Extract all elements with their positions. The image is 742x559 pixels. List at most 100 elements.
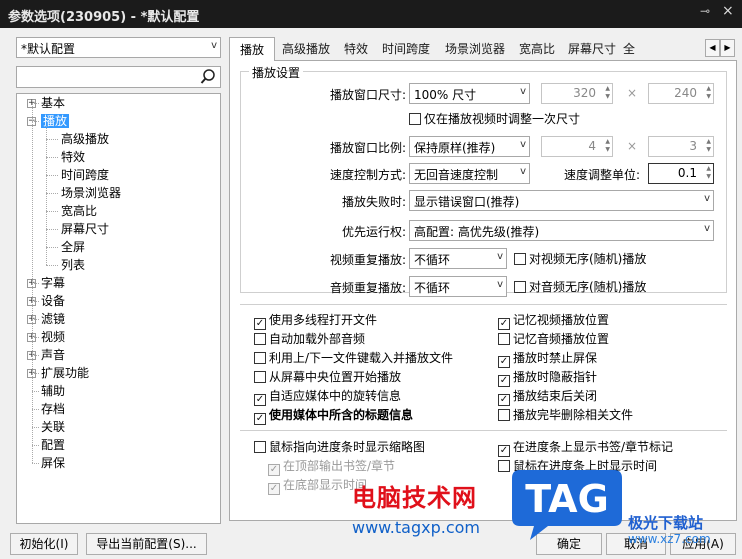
search-icon[interactable] (200, 68, 216, 86)
tree-item-9[interactable]: 存档 (41, 400, 65, 418)
video-repeat-label: 视频重复播放: (329, 253, 406, 267)
tree-item-6[interactable]: + 声音 (27, 346, 65, 364)
watermark-url-text: www.tagxp.com (352, 518, 480, 537)
checkbox-box (409, 113, 421, 125)
tree-item-label: 视频 (41, 330, 66, 344)
option-left-checkbox-5[interactable]: ✓ 使用媒体中所含的标题信息 (254, 408, 413, 425)
speed-mode-select[interactable]: 无回音速度控制 v (409, 163, 530, 184)
chevron-down-icon: v (704, 193, 710, 204)
seekbar-left-checkbox-0[interactable]: 鼠标指向进度条时显示缩略图 (254, 440, 425, 454)
ratio-h-spinner[interactable]: 3 ▲ ▼ (648, 136, 714, 157)
option-right-label: 记忆视频播放位置 (513, 313, 610, 327)
option-right-label: 播放完毕删除相关文件 (513, 408, 634, 422)
option-right-checkbox-3[interactable]: ✓ 播放时隐蔽指针 (498, 370, 597, 387)
adjust-once-checkbox[interactable]: 仅在播放视频时调整一次尺寸 (409, 112, 580, 126)
tree-item-label: 设备 (41, 294, 66, 308)
play-fail-select[interactable]: 显示错误窗口(推荐) v (409, 190, 714, 211)
tree-connector (32, 355, 39, 356)
tree-child-item-2[interactable]: 时间跨度 (61, 166, 109, 184)
tree-item-11[interactable]: 配置 (41, 436, 65, 454)
tree-child-item-5[interactable]: 屏幕尺寸 (61, 220, 109, 238)
tree-item-5[interactable]: + 视频 (27, 328, 66, 346)
speed-unit-spinner[interactable]: 0.1 ▲ ▼ (648, 163, 714, 184)
profile-select[interactable]: *默认配置 v (16, 37, 221, 58)
checkbox-box (254, 333, 266, 345)
tree-child-label: 屏幕尺寸 (61, 222, 110, 236)
tree-connector (46, 193, 58, 194)
tab-strip: 播放 高级播放 特效 时间跨度 场景浏览器 宽高比 屏幕尺寸全 ◀ ▶ (229, 37, 737, 62)
audio-repeat-select[interactable]: 不循环 v (409, 276, 507, 297)
tree-item-4[interactable]: + 滤镜 (27, 310, 66, 328)
window-ratio-value: 保持原样(推荐) (414, 141, 496, 155)
ratio-w-spinner[interactable]: 4 ▲ ▼ (541, 136, 613, 157)
seekbar-right-checkbox-0[interactable]: ✓ 在进度条上显示书签/章节标记 (498, 440, 673, 457)
option-left-checkbox-2[interactable]: 利用上/下一文件键载入并播放文件 (254, 351, 453, 365)
checkmark-icon: ✓ (498, 445, 510, 457)
video-shuffle-checkbox[interactable]: 对视频无序(随机)播放 (514, 252, 646, 266)
tree-item-label: 基本 (41, 96, 66, 110)
tree-child-item-4[interactable]: 宽高比 (61, 202, 97, 220)
settings-tree[interactable]: + 基本 − 播放 高级播放 特效 时间跨度 场景浏览器 宽高比 屏幕尺寸 全屏 列表 + 字幕 + 设备 + 滤… (16, 93, 221, 524)
tab-scroll-left-icon[interactable]: ◀ (705, 39, 720, 57)
export-config-button[interactable]: 导出当前配置(S)... (86, 533, 207, 555)
window-size-select[interactable]: 100% 尺寸 v (409, 83, 530, 104)
tab-2[interactable]: 特效 (337, 39, 375, 61)
option-left-checkbox-3[interactable]: 从屏幕中央位置开始播放 (254, 370, 401, 384)
init-button[interactable]: 初始化(I) (10, 533, 78, 555)
tree-child-item-0[interactable]: 高级播放 (61, 130, 109, 148)
audio-shuffle-checkbox[interactable]: 对音频无序(随机)播放 (514, 280, 646, 294)
window-size-value: 100% 尺寸 (414, 88, 477, 102)
speed-mode-value: 无回音速度控制 (414, 168, 499, 182)
option-left-checkbox-4[interactable]: ✓ 自适应媒体中的旋转信息 (254, 389, 401, 406)
option-right-checkbox-0[interactable]: ✓ 记忆视频播放位置 (498, 313, 609, 330)
option-right-label: 播放结束后关闭 (513, 389, 598, 403)
option-left-checkbox-0[interactable]: ✓ 使用多线程打开文件 (254, 313, 377, 330)
window-ratio-select[interactable]: 保持原样(推荐) v (409, 136, 530, 157)
ratio-h-value: 3 (689, 139, 697, 153)
option-right-checkbox-2[interactable]: ✓ 播放时禁止屏保 (498, 351, 597, 368)
tree-item-0[interactable]: + 基本 (27, 94, 66, 112)
window-height-spinner[interactable]: 240 ▲ ▼ (648, 83, 714, 104)
priority-select[interactable]: 高配置: 高优先级(推荐) v (409, 220, 714, 241)
tree-child-item-1[interactable]: 特效 (61, 148, 85, 166)
tab-7[interactable]: 全 (623, 39, 639, 61)
checkmark-icon: ✓ (498, 318, 510, 330)
chevron-down-icon: v (211, 40, 217, 51)
times-icon: × (627, 139, 638, 153)
option-right-checkbox-4[interactable]: ✓ 播放结束后关闭 (498, 389, 597, 406)
tree-item-12[interactable]: 屏保 (41, 454, 65, 472)
tab-5[interactable]: 宽高比 (513, 39, 561, 61)
tab-0[interactable]: 播放 (229, 37, 275, 62)
profile-select-value: *默认配置 (21, 42, 76, 56)
video-repeat-select[interactable]: 不循环 v (409, 248, 507, 269)
option-left-checkbox-1[interactable]: 自动加载外部音频 (254, 332, 365, 346)
search-input[interactable] (16, 66, 221, 88)
tree-connector (32, 427, 39, 428)
tree-item-10[interactable]: 关联 (41, 418, 65, 436)
tree-item-8[interactable]: 辅助 (41, 382, 65, 400)
tab-4[interactable]: 场景浏览器 (437, 39, 513, 61)
tree-item-2[interactable]: + 字幕 (27, 274, 65, 292)
option-right-checkbox-5[interactable]: 播放完毕删除相关文件 (498, 408, 633, 422)
tree-item-7[interactable]: + 扩展功能 (27, 364, 89, 382)
tree-child-label: 列表 (61, 258, 86, 272)
tree-connector (32, 103, 39, 104)
tree-connector (32, 373, 39, 374)
pin-icon[interactable]: ⊸ (700, 4, 714, 22)
checkmark-icon: ✓ (254, 413, 266, 425)
window-title: 参数选项(230905) - *默认配置 (8, 10, 200, 25)
option-right-checkbox-1[interactable]: 记忆音频播放位置 (498, 332, 609, 346)
tree-item-label: 滤镜 (41, 312, 66, 326)
tab-1[interactable]: 高级播放 (275, 39, 337, 61)
tab-6[interactable]: 屏幕尺寸 (561, 39, 623, 61)
tab-scroll-right-icon[interactable]: ▶ (720, 39, 735, 57)
tree-connector (46, 175, 58, 176)
tab-3[interactable]: 时间跨度 (375, 39, 437, 61)
close-icon[interactable]: × (722, 3, 736, 21)
tree-child-item-3[interactable]: 场景浏览器 (61, 184, 121, 202)
window-width-spinner[interactable]: 320 ▲ ▼ (541, 83, 613, 104)
tree-child-item-6[interactable]: 全屏 (61, 238, 85, 256)
tree-child-item-7[interactable]: 列表 (61, 256, 85, 274)
audio-repeat-value: 不循环 (414, 281, 451, 295)
tree-item-3[interactable]: + 设备 (27, 292, 66, 310)
